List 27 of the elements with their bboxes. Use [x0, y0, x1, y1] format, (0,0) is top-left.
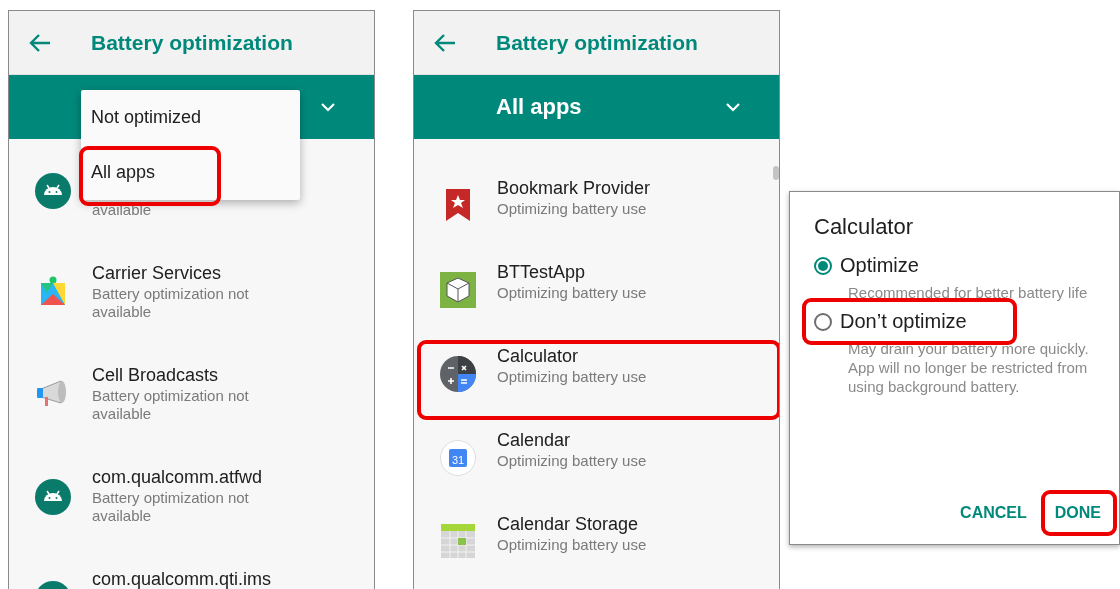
screen-title: Battery optimization: [496, 30, 698, 55]
option-label: Don’t optimize: [840, 310, 967, 333]
app-status: Battery optimization not available: [92, 387, 250, 423]
app-status: Optimizing battery use: [497, 368, 648, 386]
app-name: com.qualcomm.qti.ims: [92, 568, 273, 589]
app-name: Calendar: [497, 429, 572, 452]
app-name: Cell Broadcasts: [92, 364, 220, 387]
app-name: Carrier Services: [92, 262, 223, 285]
option-description: May drain your battery more quickly. App will no longer be restricted from using background battery.: [848, 339, 1090, 396]
filter-label: All apps: [496, 94, 583, 120]
screen-title: Battery optimization: [91, 30, 293, 55]
option-label: Optimize: [840, 254, 919, 277]
app-status: Battery optimization not available: [92, 489, 250, 525]
app-status: Optimizing battery use: [497, 536, 648, 554]
app-status: available: [92, 201, 153, 219]
app-status: Optimizing battery use: [497, 284, 648, 302]
app-name: BTTestApp: [497, 261, 587, 284]
dialog-title: Calculator: [814, 214, 915, 240]
app-name: Bookmark Provider: [497, 177, 652, 200]
app-name: Calculator: [497, 345, 580, 368]
app-status: Battery optimization not available: [92, 285, 250, 321]
calendar-date: 31: [451, 454, 464, 466]
app-status: Optimizing battery use: [497, 200, 648, 218]
app-name: Calendar Storage: [497, 513, 640, 536]
option-description: Recommended for better battery life: [848, 283, 1089, 302]
app-status: Optimizing battery use: [497, 452, 648, 470]
app-name: com.qualcomm.atfwd: [92, 466, 264, 489]
